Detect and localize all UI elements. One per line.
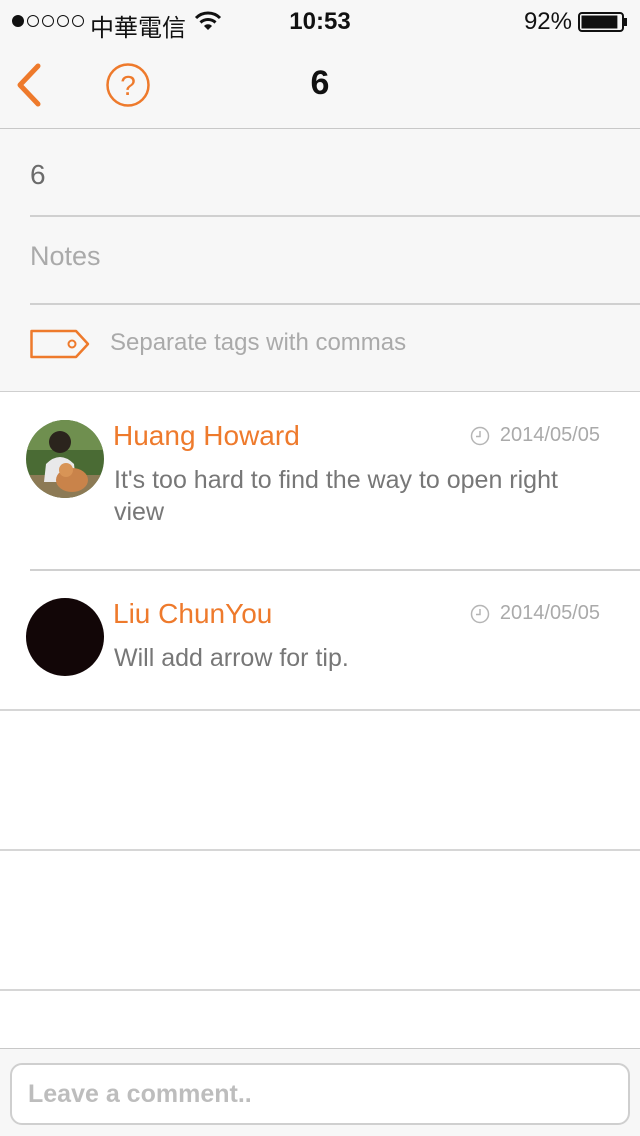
comment-date: 2014/05/05 [470,602,600,625]
row-separator [0,849,640,851]
battery-percent: 92% [523,8,572,35]
comment-item[interactable]: Liu ChunYou 2014/05/05 Will add arrow fo… [0,570,640,710]
comment-date: 2014/05/05 [470,424,600,447]
clock-icon [470,426,490,445]
status-bar: 中華電信 10:53 92% [0,0,640,42]
divider [30,303,640,305]
comment-author: Huang Howard [113,420,300,451]
divider [30,215,640,217]
row-separator [0,989,640,991]
tags-field[interactable] [110,329,630,357]
notes-field[interactable] [30,241,630,272]
row-separator [0,709,640,711]
task-details-form [0,129,640,392]
tag-icon [30,329,90,359]
clock-icon [470,604,490,623]
comment-date-text: 2014/05/05 [499,602,600,624]
avatar [26,420,104,498]
comment-text: It's too hard to find the way to open ri… [114,466,558,526]
page-title: 6 [310,64,330,102]
comment-text: Will add arrow for tip. [114,644,349,672]
navigation-bar: ? 6 [0,40,640,129]
comment-date-text: 2014/05/05 [499,424,600,446]
comment-author: Liu ChunYou [113,598,273,629]
avatar [26,598,104,676]
comment-item[interactable]: Huang Howard 2014/05/05 It's too hard to… [0,392,640,570]
comment-input[interactable] [10,1063,630,1125]
task-title-field[interactable] [30,159,630,191]
comment-bar [0,1048,640,1136]
battery-icon [578,12,627,32]
